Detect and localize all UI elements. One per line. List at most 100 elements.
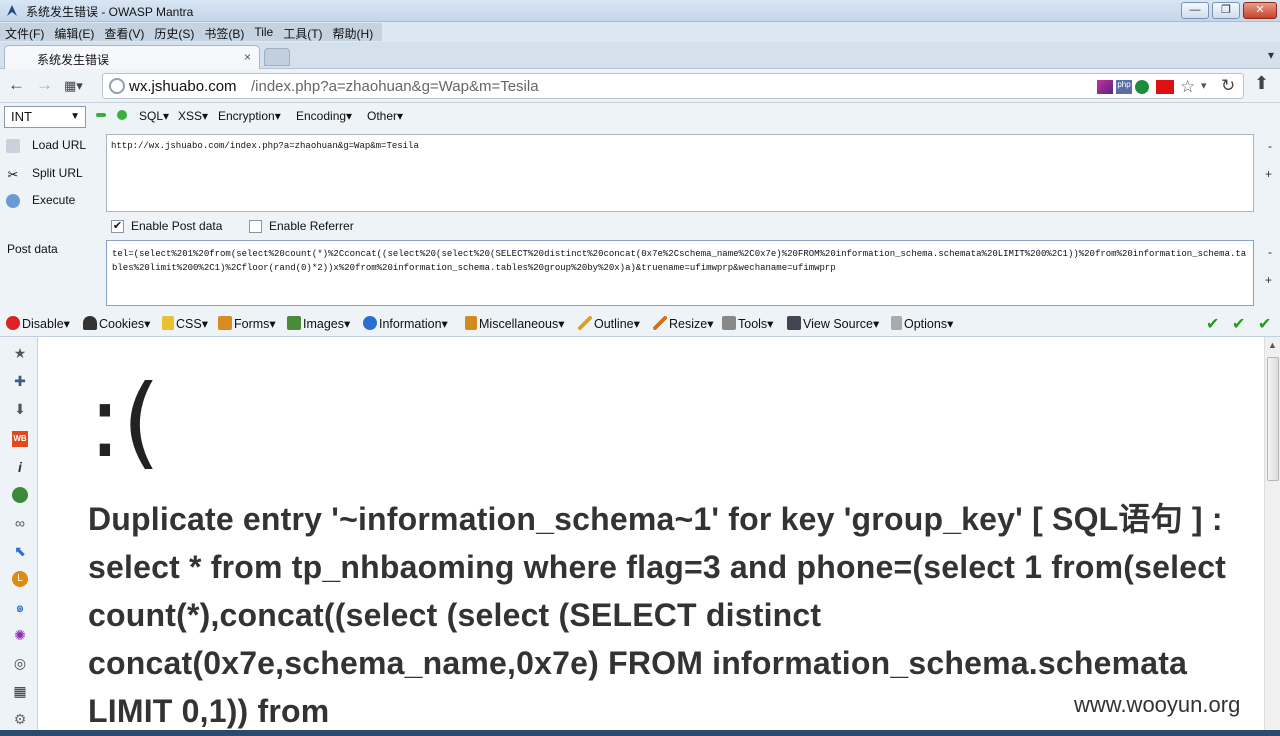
menu-tile[interactable]: Tile — [249, 23, 278, 41]
cursor-select-icon[interactable]: ⬉ — [12, 543, 28, 559]
url-bar[interactable]: wx.jshuabo.com /index.php?a=zhaohuan&g=W… — [102, 73, 1244, 99]
outline-menu[interactable]: Outline▾ — [578, 316, 640, 331]
forward-arrow-icon[interactable]: → — [36, 75, 53, 95]
pen-icon[interactable] — [1097, 80, 1113, 94]
outline-label: Outline▾ — [594, 317, 640, 331]
menu-tools[interactable]: 工具(T) — [278, 23, 327, 41]
sad-face: :( — [88, 363, 161, 480]
url-path: /index.php?a=zhaohuan&g=Wap&m=Tesila — [251, 78, 539, 95]
enable-referrer-checkbox[interactable] — [249, 220, 262, 233]
url-textarea[interactable]: http://wx.jshuabo.com/index.php?a=zhaohu… — [106, 134, 1254, 212]
wb-icon[interactable]: WB — [12, 431, 28, 447]
post-grow-icon[interactable]: + — [1265, 273, 1272, 287]
star-icon[interactable]: ★ — [12, 345, 28, 361]
miscellaneous-label: Miscellaneous▾ — [479, 317, 565, 331]
encryption-menu[interactable]: Encryption▾ — [218, 109, 281, 123]
download-arrow-icon[interactable]: ⬇ — [12, 401, 28, 417]
grid-icon[interactable]: ▦ — [12, 683, 28, 699]
palette-icon[interactable]: ◎ — [12, 655, 28, 671]
type-select[interactable]: INT ▼ — [4, 106, 86, 128]
up-arrow-icon[interactable]: ⬆ — [1254, 73, 1269, 94]
other-menu[interactable]: Other▾ — [367, 109, 403, 123]
options-menu[interactable]: Options▾ — [891, 316, 953, 331]
decrement-icon[interactable] — [96, 113, 106, 117]
swirl-icon[interactable]: ๑ — [12, 599, 28, 615]
information-icon — [363, 316, 377, 330]
reload-icon[interactable]: ↻ — [1221, 76, 1237, 95]
url-shrink-icon[interactable]: - — [1268, 139, 1272, 153]
images-icon — [287, 316, 301, 330]
binoculars-icon[interactable]: ∞ — [12, 515, 28, 531]
bug-icon[interactable]: ✺ — [12, 627, 28, 643]
watermark: www.wooyun.org — [1074, 692, 1241, 718]
puzzle-icon[interactable]: ✚ — [12, 373, 28, 389]
load-url-icon — [6, 138, 20, 153]
load-url-button[interactable]: Load URL — [6, 138, 86, 153]
tab-strip: 系统发生错误 × ▾ — [0, 42, 1280, 69]
view-source-icon — [787, 316, 801, 330]
tab-active[interactable]: 系统发生错误 × — [4, 45, 260, 69]
tools-menu[interactable]: Tools▾ — [722, 316, 773, 331]
js-valid-check-icon[interactable]: ✔ — [1258, 314, 1271, 334]
new-tab-button[interactable] — [264, 48, 290, 66]
post-shrink-icon[interactable]: - — [1268, 245, 1272, 259]
encoding-menu[interactable]: Encoding▾ — [296, 109, 352, 123]
web-developer-toolbar: Disable▾ Cookies▾ CSS▾ Forms▾ Images▾ In… — [0, 311, 1280, 337]
miscellaneous-menu[interactable]: Miscellaneous▾ — [465, 316, 564, 331]
split-url-label: Split URL — [32, 166, 83, 180]
menu-file[interactable]: 文件(F) — [0, 23, 49, 41]
xss-menu[interactable]: XSS▾ — [178, 109, 208, 123]
increment-icon[interactable] — [117, 110, 127, 120]
scroll-up-icon[interactable]: ▲ — [1268, 340, 1277, 350]
settings-icon[interactable]: ⚙ — [12, 711, 28, 727]
css-valid-check-icon[interactable]: ✔ — [1206, 314, 1219, 334]
images-menu[interactable]: Images▾ — [287, 316, 350, 331]
css-menu[interactable]: CSS▾ — [162, 316, 208, 331]
l-badge-icon[interactable]: L — [12, 571, 28, 587]
bookmark-star-icon[interactable]: ☆ — [1180, 77, 1196, 96]
hackbar-panel: Load URL ✂ Split URL Execute http://wx.js… — [0, 131, 1280, 311]
split-url-button[interactable]: ✂ Split URL — [6, 166, 83, 182]
addon-sidebar: ★ ✚ ⬇ WB i ∞ ⬉ L ๑ ✺ ◎ ▦ ⚙ — [0, 337, 38, 736]
xss-icon[interactable] — [1135, 80, 1149, 94]
enable-post-checkbox[interactable]: ✔ — [111, 220, 124, 233]
maximize-button[interactable]: ❐ — [1212, 2, 1240, 19]
info-italic-icon[interactable]: i — [12, 459, 28, 475]
close-window-button[interactable]: ✕ — [1243, 2, 1277, 19]
green-globe-icon[interactable] — [12, 487, 28, 503]
php-icon[interactable]: php — [1116, 80, 1132, 94]
menu-history[interactable]: 历史(S) — [149, 23, 199, 41]
menu-help[interactable]: 帮助(H) — [328, 23, 379, 41]
dropdown-icon[interactable]: ▾ — [1201, 79, 1217, 93]
information-menu[interactable]: Information▾ — [363, 316, 448, 331]
html-valid-check-icon[interactable]: ✔ — [1232, 314, 1245, 334]
tab-close-icon[interactable]: × — [244, 50, 251, 64]
scrollbar-thumb[interactable] — [1267, 357, 1279, 481]
information-label: Information▾ — [379, 317, 448, 331]
tab-list-icon[interactable]: ▾ — [1268, 48, 1274, 62]
menu-bar: 文件(F) 编辑(E) 查看(V) 历史(S) 书签(B) Tile 工具(T)… — [0, 22, 1280, 42]
execute-button[interactable]: Execute — [6, 193, 75, 208]
back-arrow-icon[interactable]: ← — [8, 75, 25, 95]
resize-menu[interactable]: Resize▾ — [653, 316, 713, 331]
forms-menu[interactable]: Forms▾ — [218, 316, 276, 331]
menu-bookmarks[interactable]: 书签(B) — [199, 23, 249, 41]
resize-icon — [653, 316, 667, 330]
globe-icon — [109, 78, 125, 94]
enable-referrer-label: Enable Referrer — [269, 219, 354, 233]
sql-menu[interactable]: SQL▾ — [139, 109, 169, 123]
tools-icon — [722, 316, 736, 330]
view-source-menu[interactable]: View Source▾ — [787, 316, 879, 331]
menu-edit[interactable]: 编辑(E) — [49, 23, 99, 41]
menu-view[interactable]: 查看(V) — [99, 23, 149, 41]
flag-icon[interactable] — [1156, 80, 1174, 94]
load-url-label: Load URL — [32, 138, 87, 152]
cookies-menu[interactable]: Cookies▾ — [83, 316, 150, 331]
url-grow-icon[interactable]: + — [1265, 167, 1272, 181]
grid-menu-icon[interactable]: ▦▾ — [64, 78, 83, 94]
vertical-scrollbar[interactable]: ▲ — [1264, 337, 1280, 736]
disable-menu[interactable]: Disable▾ — [6, 316, 70, 331]
minimize-button[interactable]: — — [1181, 2, 1209, 19]
mantra-app-icon — [7, 5, 17, 16]
post-data-textarea[interactable]: tel=(select%201%20from(select%20count(*)… — [106, 240, 1254, 306]
